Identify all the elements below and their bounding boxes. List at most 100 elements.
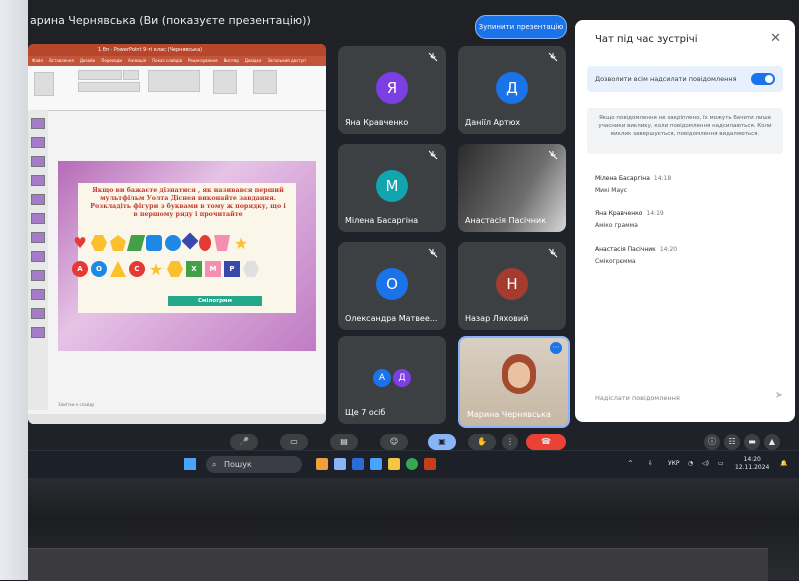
taskbar-clock[interactable]: 14:20 12.11.2024 — [735, 456, 769, 472]
heart-shape: ♥ — [73, 234, 87, 252]
message-text: Аміко грамма — [595, 222, 638, 229]
chat-icon[interactable]: ▬ — [744, 434, 760, 450]
activities-icon[interactable]: ▲ — [764, 434, 780, 450]
font-select[interactable] — [78, 70, 122, 80]
end-call-button[interactable]: ☎ — [526, 434, 566, 450]
window-title: арина Чернявська (Ви (показуєте презента… — [30, 14, 311, 27]
mic-off-icon — [428, 150, 438, 160]
participant-tile-video[interactable]: Анастасія Пасічник — [458, 144, 566, 232]
info-icon[interactable]: ⓘ — [704, 434, 720, 450]
slide-thumbnail[interactable] — [31, 194, 45, 205]
current-slide[interactable]: Якщо ви бажаєте дізнатися , як називався… — [58, 161, 316, 351]
ppt-tab[interactable]: Показ слайдів — [152, 56, 182, 66]
shapes-row-2: А О С ★ Х М Р — [72, 260, 304, 279]
people-icon[interactable]: ☷ — [724, 434, 740, 450]
slide-thumbnail[interactable] — [31, 308, 45, 319]
ppt-tab[interactable]: Загальний доступ — [267, 56, 305, 66]
ppt-tab[interactable]: Дизайн — [80, 56, 96, 66]
task-view-icon[interactable] — [334, 458, 346, 470]
volume-icon[interactable]: ◁) — [702, 460, 709, 467]
camera-button[interactable]: ▭ — [280, 434, 308, 450]
ppt-tab[interactable]: Анімація — [128, 56, 146, 66]
slide-thumbnail[interactable] — [31, 251, 45, 262]
powerpoint-icon[interactable] — [424, 458, 436, 470]
slide-thumbnail[interactable] — [31, 289, 45, 300]
chrome-icon[interactable] — [406, 458, 418, 470]
ppt-tab[interactable]: Файл — [32, 56, 43, 66]
slide-text: Якщо ви бажаєте дізнатися , як називався… — [90, 187, 286, 218]
notifications-icon[interactable]: 🔔 — [780, 460, 787, 467]
battery-icon[interactable]: ▭ — [718, 460, 724, 467]
new-slide-button[interactable] — [34, 72, 54, 96]
ppt-tab[interactable]: Вставлення — [49, 56, 74, 66]
ppt-tab[interactable]: Вигляд — [224, 56, 239, 66]
oval-shape — [199, 235, 211, 251]
slide-thumbnail[interactable] — [31, 232, 45, 243]
avatar: Д — [496, 72, 528, 104]
answer-button[interactable]: Смілогрмм — [168, 296, 262, 306]
mic-button[interactable]: 🎤 — [230, 434, 258, 450]
search-icon[interactable] — [253, 70, 277, 94]
more-options-button[interactable]: ⋮ — [502, 434, 518, 450]
mic-off-icon — [548, 150, 558, 160]
participant-tile[interactable]: Н Назар Ляховий — [458, 242, 566, 330]
more-participants-label: Ще 7 осіб — [345, 408, 386, 417]
tray-usb-icon[interactable]: ⇩ — [648, 460, 653, 467]
raise-hand-button[interactable]: ✋ — [468, 434, 496, 450]
slide-thumbnail[interactable] — [31, 175, 45, 186]
wifi-icon[interactable]: ◔ — [688, 460, 693, 467]
present-button[interactable]: ▣ — [428, 434, 456, 450]
file-explorer-icon[interactable] — [388, 458, 400, 470]
participant-tile[interactable]: Я Яна Кравченко — [338, 46, 446, 134]
format-buttons[interactable] — [78, 82, 140, 92]
stop-presenting-button[interactable]: Зупинити презентацію — [475, 15, 567, 39]
shared-presentation: 1 бп · PowerPoint 9-ті клас (Чернявська)… — [28, 44, 326, 424]
slide-thumbnail[interactable] — [31, 213, 45, 224]
avatar: Н — [496, 268, 528, 300]
tray-chevron-icon[interactable]: ^ — [628, 460, 633, 467]
participant-name: Мілена Басаргіна — [345, 216, 419, 225]
font-size-select[interactable] — [123, 70, 139, 80]
participant-tile[interactable]: О Олександра Матвее... — [338, 242, 446, 330]
close-icon[interactable]: ✕ — [770, 31, 781, 46]
slide-thumbnail[interactable] — [31, 327, 45, 338]
store-icon[interactable] — [370, 458, 382, 470]
participant-tile[interactable]: Д Даніїл Артюх — [458, 46, 566, 134]
self-video-tile[interactable]: ⋯ Марина Чернявська — [458, 336, 570, 428]
letter-shape: О — [91, 261, 107, 277]
ppt-tab[interactable]: Довідка — [245, 56, 262, 66]
message-author: Мілена Басаргіна — [595, 175, 650, 182]
emoji-button[interactable]: ☺ — [380, 434, 408, 450]
taskbar-search[interactable]: ⌕ Пошук — [206, 456, 302, 473]
message-time: 14:19 — [646, 210, 664, 217]
paragraph-tools[interactable] — [148, 70, 200, 92]
slide-thumbnail[interactable] — [31, 137, 45, 148]
ppt-tab[interactable]: Переходи — [101, 56, 122, 66]
clock-time: 14:20 — [743, 456, 761, 463]
send-message-input[interactable]: Надіслати повідомлення — [595, 394, 680, 402]
mic-off-icon — [428, 52, 438, 62]
edge-icon[interactable] — [352, 458, 364, 470]
allow-messages-toggle[interactable] — [751, 73, 775, 85]
message-text: Микі Маус — [595, 187, 627, 194]
slide-thumbnail[interactable] — [31, 270, 45, 281]
more-participants-tile[interactable]: А Д Ще 7 осіб — [338, 336, 446, 424]
ppt-statusbar — [28, 414, 326, 424]
room-wall — [0, 0, 28, 580]
hexagon-shape — [167, 261, 183, 277]
widgets-icon[interactable] — [316, 458, 328, 470]
slide-thumbnail[interactable] — [31, 118, 45, 129]
captions-button[interactable]: ▤ — [330, 434, 358, 450]
language-indicator[interactable]: УКР — [668, 460, 680, 467]
send-icon[interactable]: ➤ — [775, 390, 783, 401]
parallelogram-shape — [126, 235, 146, 251]
windows-start-icon[interactable] — [184, 458, 196, 470]
triangle-shape — [110, 261, 126, 277]
participant-tile[interactable]: М Мілена Басаргіна — [338, 144, 446, 232]
ppt-tab[interactable]: Рецензування — [188, 56, 218, 66]
picture-icon[interactable] — [213, 70, 237, 94]
more-options-icon[interactable]: ⋯ — [550, 342, 562, 354]
notes-placeholder[interactable]: Замітки к слайду — [58, 402, 94, 407]
slide-thumbnail[interactable] — [31, 156, 45, 167]
message-text: Смікогрємма — [595, 258, 636, 265]
